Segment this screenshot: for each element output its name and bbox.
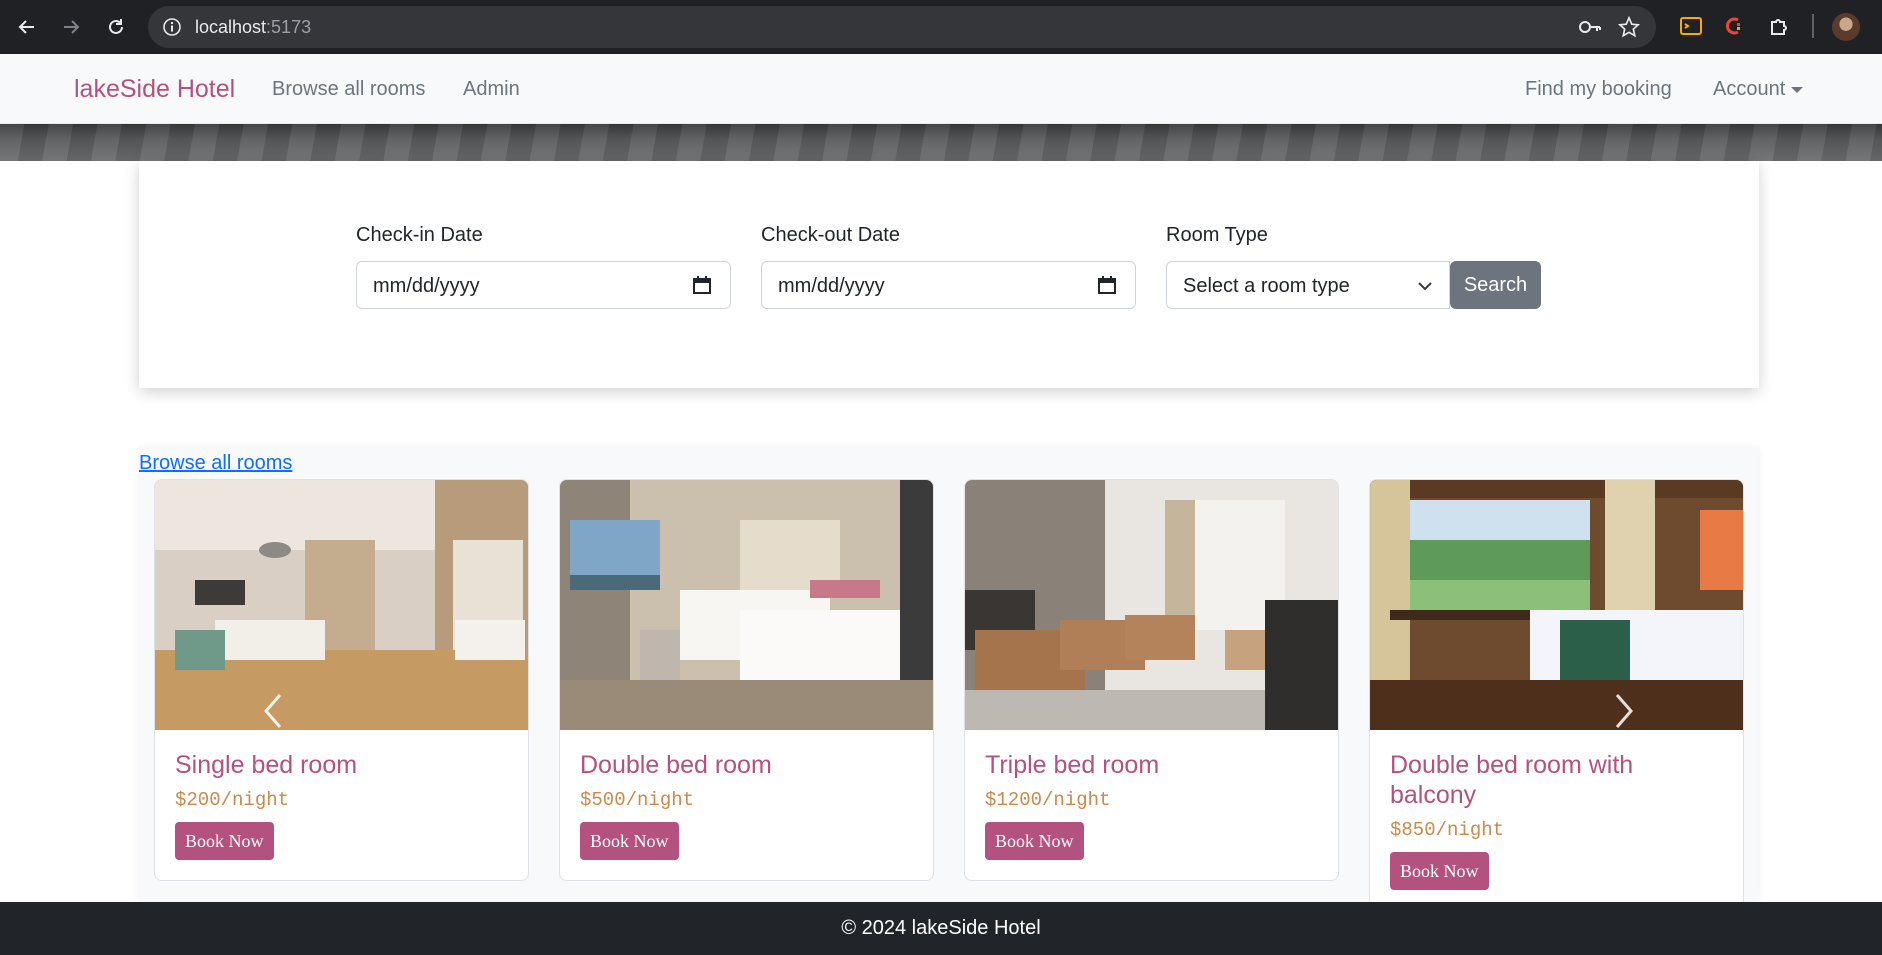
address-bar[interactable]: localhost:5173 [148,6,1656,48]
back-icon[interactable] [12,12,42,42]
checkin-placeholder: mm/dd/yyyy [373,275,480,297]
checkout-label: Check-out Date [761,224,900,246]
checkout-placeholder: mm/dd/yyyy [778,275,885,297]
room-price: $500/night [580,789,695,811]
page-footer: © 2024 lakeSide Hotel [0,902,1882,955]
brand-logo[interactable]: lakeSide Hotel [74,54,235,124]
book-now-button[interactable]: Book Now [175,822,274,860]
room-card: Single bed room $200/night Book Now [154,479,529,881]
url-host: localhost [195,17,267,37]
nav-browse-all-rooms[interactable]: Browse all rooms [272,54,425,124]
room-card-body: Double bed room with balcony $850/night … [1370,730,1743,910]
room-card-body: Triple bed room $1200/night Book Now [965,730,1338,880]
book-now-button[interactable]: Book Now [985,822,1084,860]
room-title: Triple bed room [985,751,1160,779]
roomtype-label: Room Type [1166,224,1268,246]
checkout-date-input[interactable]: mm/dd/yyyy [761,261,1136,309]
room-card: Triple bed room $1200/night Book Now [964,479,1339,881]
room-title: Double bed room with balcony [1390,751,1634,809]
checkin-date-input[interactable]: mm/dd/yyyy [356,261,731,309]
search-button[interactable]: Search [1450,261,1541,309]
footer-copyright: © 2024 lakeSide Hotel [841,917,1041,939]
reload-icon[interactable] [101,12,131,42]
roomtype-select[interactable]: Select a room type [1166,261,1450,309]
extension-red-icon[interactable] [1720,13,1746,39]
app-navbar: lakeSide Hotel Browse all rooms Admin Fi… [0,54,1882,124]
extensions-puzzle-icon[interactable] [1766,13,1792,39]
room-card: Double bed room with balcony $850/night … [1369,479,1744,912]
room-price: $850/night [1390,819,1505,841]
calendar-icon[interactable] [692,275,712,295]
url-text: localhost:5173 [195,6,311,48]
book-now-button[interactable]: Book Now [1390,852,1489,890]
nav-find-my-booking[interactable]: Find my booking [1525,54,1672,124]
room-price: $200/night [175,789,290,811]
room-title: Single bed room [175,751,358,779]
caret-down-icon [1791,86,1804,93]
carousel-next-icon[interactable] [1609,691,1639,731]
room-image [560,480,933,730]
bookmark-star-icon[interactable] [1617,15,1641,38]
nav-admin[interactable]: Admin [463,54,520,124]
chevron-down-icon [1417,278,1433,294]
checkin-label: Check-in Date [356,224,483,246]
forward-icon[interactable] [56,12,86,42]
key-icon[interactable] [1578,17,1602,37]
room-image [155,480,528,730]
carousel-prev-icon[interactable] [258,691,288,731]
nav-account-label: Account [1713,78,1786,100]
site-info-icon[interactable] [162,17,182,37]
profile-avatar[interactable] [1832,13,1860,41]
hero-image [0,124,1882,161]
nav-account-dropdown[interactable]: Account [1713,54,1804,124]
room-card-body: Single bed room $200/night Book Now [155,730,528,880]
roomtype-selected-value: Select a room type [1183,275,1350,297]
room-card: Double bed room $500/night Book Now [559,479,934,881]
room-card-body: Double bed room $500/night Book Now [560,730,933,880]
room-image [965,480,1338,730]
calendar-icon[interactable] [1097,275,1117,295]
browser-chrome: localhost:5173 [0,0,1882,54]
browse-all-rooms-link[interactable]: Browse all rooms [139,452,292,475]
room-title: Double bed room [580,751,772,779]
toolbar-divider [1812,14,1814,38]
cast-icon[interactable] [1678,13,1704,39]
room-price: $1200/night [985,789,1111,811]
url-port: :5173 [266,17,312,37]
book-now-button[interactable]: Book Now [580,822,679,860]
room-image [1370,480,1743,730]
